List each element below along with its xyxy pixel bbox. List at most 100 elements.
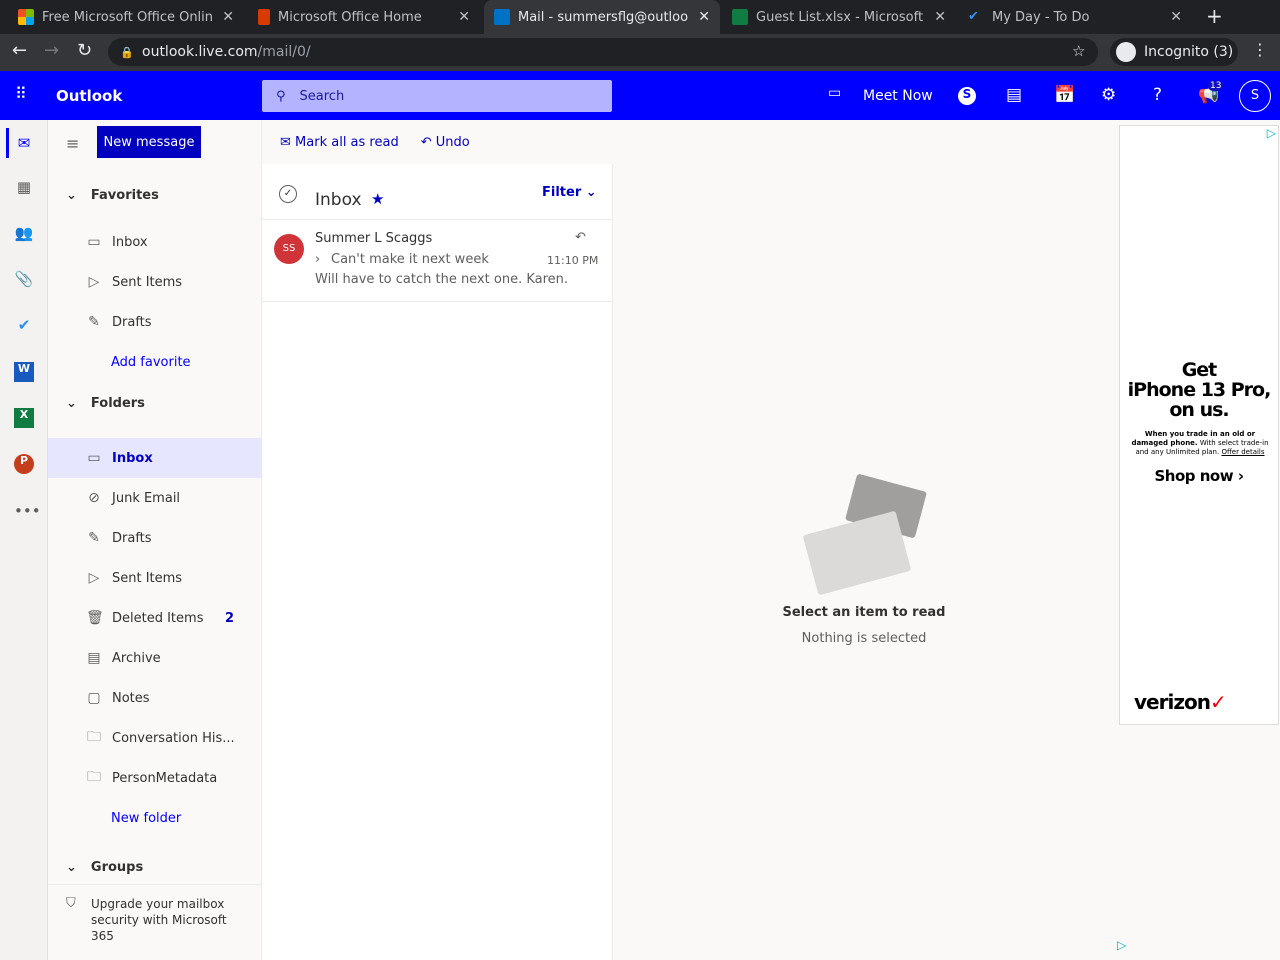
incognito-badge[interactable]: Incognito (3) bbox=[1110, 38, 1238, 66]
message-list: ✓ Inbox ★ Filter ⌄ SS Summer L Scaggs ↶ … bbox=[262, 164, 613, 960]
word-icon[interactable]: W bbox=[14, 362, 34, 382]
bookmark-star-icon[interactable]: ☆ bbox=[1072, 42, 1085, 60]
skype-icon[interactable]: S bbox=[958, 87, 976, 105]
add-favorite-link[interactable]: Add favorite bbox=[48, 342, 262, 382]
mark-all-read-button[interactable]: ✉ Mark all as read bbox=[280, 135, 399, 150]
mail-icon[interactable]: ✉ bbox=[14, 134, 34, 154]
incognito-icon bbox=[1116, 42, 1136, 62]
shop-now-button[interactable]: Shop now › bbox=[1120, 467, 1278, 485]
note-icon: ▢ bbox=[87, 690, 101, 706]
calendar-icon[interactable]: ▦ bbox=[14, 178, 34, 198]
folder-icon: 🗀 bbox=[87, 729, 101, 745]
folder-pane: ≡ New message ⌄ Favorites ▭ Inbox ▷ Sent It… bbox=[48, 120, 262, 960]
gear-icon[interactable]: ⚙ bbox=[1101, 85, 1116, 105]
lock-icon: 🔒 bbox=[120, 45, 134, 59]
unread-count: 2 bbox=[225, 610, 235, 626]
favorite-inbox[interactable]: ▭ Inbox bbox=[48, 222, 262, 262]
onenote-icon[interactable]: ▤ bbox=[1006, 85, 1022, 105]
upgrade-link[interactable]: Upgrade your mailbox security with Micro… bbox=[91, 896, 241, 944]
favorite-star-icon[interactable]: ★ bbox=[371, 190, 384, 208]
new-folder-link[interactable]: New folder bbox=[48, 798, 262, 838]
adchoices-icon[interactable]: ▷ bbox=[1267, 126, 1276, 140]
shield-icon: ⛉ bbox=[66, 896, 76, 911]
folders-header[interactable]: ⌄ Folders bbox=[66, 396, 145, 411]
send-icon: ▷ bbox=[88, 274, 100, 290]
groups-header[interactable]: ⌄ Groups bbox=[66, 860, 143, 875]
browser-menu-icon[interactable]: ⋮ bbox=[1252, 40, 1268, 59]
browser-tab-active[interactable]: Mail - summersflg@outloo ✕ bbox=[484, 0, 720, 34]
favorite-drafts[interactable]: ✎ Drafts bbox=[48, 302, 262, 342]
folder-junk-email[interactable]: ⊘ Junk Email bbox=[48, 478, 262, 518]
todo-icon: ✔ bbox=[968, 9, 979, 24]
archive-icon: ▤ bbox=[87, 650, 101, 666]
folder-archive[interactable]: ▤ Archive bbox=[48, 638, 262, 678]
empty-subtitle: Nothing is selected bbox=[801, 631, 927, 646]
close-tab-icon[interactable]: ✕ bbox=[698, 9, 710, 25]
inbox-icon: ▭ bbox=[87, 450, 101, 466]
favorite-sent-items[interactable]: ▷ Sent Items bbox=[48, 262, 262, 302]
browser-tab[interactable]: ✔ My Day - To Do ✕ bbox=[958, 0, 1192, 34]
powerpoint-icon[interactable]: P bbox=[14, 454, 34, 474]
more-apps-icon[interactable]: ••• bbox=[14, 502, 41, 522]
pencil-icon: ✎ bbox=[88, 530, 100, 546]
expand-chevron-icon[interactable]: › bbox=[315, 252, 320, 267]
outlook-header: ⠿ Outlook bbox=[0, 71, 1280, 120]
folder-sent-items[interactable]: ▷ Sent Items bbox=[48, 558, 262, 598]
close-tab-icon[interactable]: ✕ bbox=[222, 9, 234, 25]
video-icon[interactable]: ▭ bbox=[828, 85, 841, 101]
reload-icon[interactable]: ↻ bbox=[77, 40, 92, 61]
close-tab-icon[interactable]: ✕ bbox=[934, 9, 946, 25]
close-tab-icon[interactable]: ✕ bbox=[1170, 9, 1182, 25]
send-icon: ▷ bbox=[88, 570, 100, 586]
folder-notes[interactable]: ▢ Notes bbox=[48, 678, 262, 718]
chevron-down-icon: ⌄ bbox=[66, 860, 77, 875]
envelope-open-icon: ✉ bbox=[280, 134, 291, 150]
calendar-check-icon[interactable]: 📅 bbox=[1054, 85, 1075, 105]
forward-icon[interactable]: → bbox=[44, 40, 59, 61]
url-field[interactable]: 🔒 outlook.live.com/mail/0/ bbox=[108, 38, 1098, 66]
browser-tab[interactable]: Free Microsoft Office Onlin ✕ bbox=[8, 0, 244, 34]
sender-avatar: SS bbox=[274, 234, 304, 264]
folder-drafts[interactable]: ✎ Drafts bbox=[48, 518, 262, 558]
help-icon[interactable]: ? bbox=[1153, 85, 1162, 105]
trash-icon: 🗑 bbox=[86, 610, 104, 626]
message-preview: Will have to catch the next one. Karen. bbox=[315, 272, 569, 287]
meet-now-button[interactable]: Meet Now bbox=[863, 88, 933, 104]
folder-conversation-history[interactable]: 🗀 Conversation His... bbox=[48, 718, 262, 758]
select-all-checkbox[interactable]: ✓ bbox=[279, 185, 297, 203]
folder-personmetadata[interactable]: 🗀 PersonMetadata bbox=[48, 758, 262, 798]
message-item[interactable]: SS Summer L Scaggs ↶ › Can't make it nex… bbox=[262, 219, 612, 302]
offer-details-link[interactable]: Offer details bbox=[1221, 448, 1264, 456]
ad-headline: Get bbox=[1181, 359, 1218, 381]
search-icon: ⚲ bbox=[276, 88, 286, 104]
excel-icon[interactable]: X bbox=[14, 408, 34, 428]
undo-button[interactable]: ↶ Undo bbox=[421, 135, 470, 150]
inbox-icon: ▭ bbox=[87, 234, 101, 250]
ad-banner[interactable]: ▷ Get iPhone 13 Pro, on us. When you tra… bbox=[1119, 125, 1279, 725]
ad-headline: on us. bbox=[1169, 399, 1229, 421]
search-input[interactable]: ⚲ Search bbox=[262, 80, 612, 112]
app-title[interactable]: Outlook bbox=[56, 87, 122, 105]
filter-button[interactable]: Filter ⌄ bbox=[542, 185, 597, 200]
back-icon[interactable]: ← bbox=[12, 40, 27, 61]
envelope-illustration bbox=[802, 510, 912, 596]
folder-inbox[interactable]: ▭ Inbox bbox=[48, 438, 262, 478]
paperclip-icon[interactable]: 📎 bbox=[14, 270, 34, 290]
close-tab-icon[interactable]: ✕ bbox=[458, 9, 470, 25]
folder-deleted-items[interactable]: 🗑 Deleted Items 2 bbox=[48, 598, 262, 638]
adchoices-icon[interactable]: ▷ bbox=[1117, 938, 1126, 952]
browser-tab[interactable]: Microsoft Office Home ✕ bbox=[248, 0, 480, 34]
sender-name: Summer L Scaggs bbox=[315, 231, 433, 246]
reading-pane: Select an item to read Nothing is select… bbox=[614, 164, 1114, 960]
new-tab-button[interactable]: + bbox=[1206, 4, 1223, 28]
todo-icon[interactable]: ✔ bbox=[14, 316, 34, 336]
new-message-button[interactable]: New message bbox=[97, 126, 201, 158]
outlook-icon bbox=[494, 9, 510, 25]
app-launcher-icon[interactable]: ⠿ bbox=[15, 84, 27, 103]
browser-tab[interactable]: Guest List.xlsx - Microsoft ✕ bbox=[722, 0, 956, 34]
hamburger-icon[interactable]: ≡ bbox=[66, 134, 79, 153]
people-icon[interactable]: 👥 bbox=[14, 224, 34, 244]
verizon-logo: verizon✓ bbox=[1134, 690, 1227, 714]
avatar[interactable]: S bbox=[1239, 80, 1271, 112]
favorites-header[interactable]: ⌄ Favorites bbox=[66, 188, 159, 203]
